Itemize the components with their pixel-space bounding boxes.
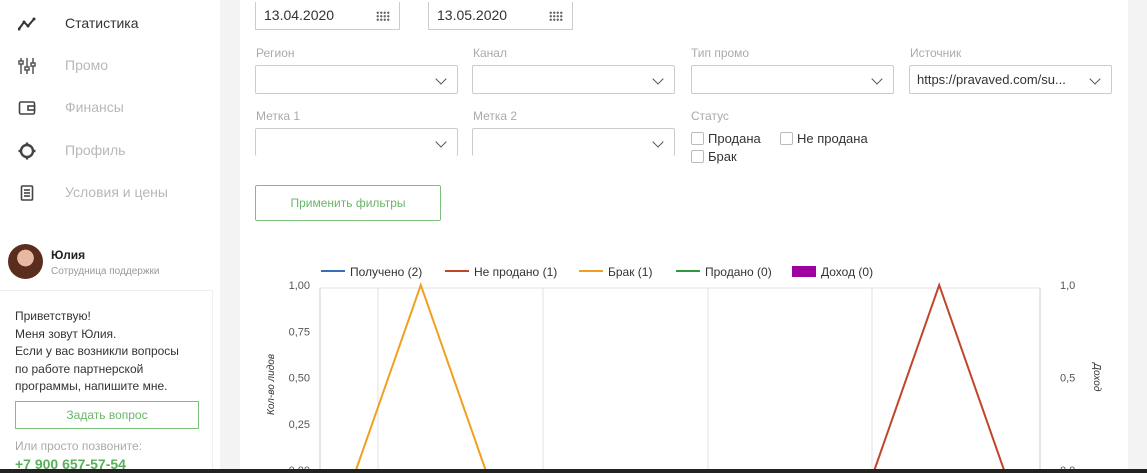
sidebar-item-promo[interactable]: Промо xyxy=(0,45,220,85)
sliders-icon xyxy=(18,57,36,75)
sidebar-item-label: Финансы xyxy=(65,99,124,115)
y-tick-label: 0,75 xyxy=(289,326,310,338)
promo-type-select[interactable] xyxy=(691,65,894,94)
y2-axis-title: Доход xyxy=(1091,362,1102,392)
legend-label: Брак (1) xyxy=(608,265,652,279)
chat-line: программы, напишите мне. xyxy=(15,379,168,393)
series-line xyxy=(355,281,487,471)
status-checkbox-sold[interactable]: Продана xyxy=(691,131,761,146)
legend-label: Продано (0) xyxy=(705,265,772,279)
gear-icon xyxy=(18,142,36,160)
legend-swatch xyxy=(792,266,816,277)
legend-label: Получено (2) xyxy=(350,265,422,279)
profile-role: Сотрудница поддержки xyxy=(51,266,160,277)
apply-filters-button[interactable]: Применить фильтры xyxy=(255,185,441,221)
chevron-down-icon xyxy=(652,73,664,85)
chat-line: Меня зовут Юлия. xyxy=(15,326,117,341)
sidebar-item-label: Профиль xyxy=(65,142,126,158)
promo-type-label: Тип промо xyxy=(691,46,750,60)
date-to-value: 13.05.2020 xyxy=(437,7,508,23)
sidebar-item-label: Статистика xyxy=(65,15,139,31)
chevron-down-icon xyxy=(652,136,664,148)
line-chart-icon xyxy=(18,15,36,33)
ask-question-button[interactable]: Задать вопрос xyxy=(15,401,199,429)
region-label: Регион xyxy=(256,46,295,60)
checkbox-label: Продана xyxy=(708,131,761,146)
date-from-value: 13.04.2020 xyxy=(264,7,335,23)
wallet-icon xyxy=(18,99,36,117)
avatar xyxy=(8,244,43,279)
sidebar-item-terms[interactable]: Условия и цены xyxy=(0,172,220,212)
y-tick-label: 0,50 xyxy=(289,373,310,385)
window-bottom-edge xyxy=(0,469,1147,473)
document-icon xyxy=(18,184,36,202)
status-label: Статус xyxy=(691,109,729,123)
sidebar-item-label: Условия и цены xyxy=(65,184,168,200)
region-select[interactable] xyxy=(255,65,458,94)
y-tick-label: 0,25 xyxy=(289,419,310,431)
checkbox[interactable] xyxy=(780,132,793,145)
call-text: Или просто позвоните: xyxy=(15,439,143,453)
series-line xyxy=(873,281,1005,471)
tag1-label: Метка 1 xyxy=(256,109,301,123)
chevron-down-icon xyxy=(871,73,883,85)
checkbox[interactable] xyxy=(691,132,704,145)
status-checkbox-not-sold[interactable]: Не продана xyxy=(780,131,868,146)
support-chat-card: Приветствую! Меня зовут Юлия. Если у вас… xyxy=(0,290,213,473)
tag2-label: Метка 2 xyxy=(473,109,518,123)
y-tick-label: 1,00 xyxy=(289,280,310,292)
chat-line: Приветствую! xyxy=(15,309,91,323)
chevron-down-icon xyxy=(1089,73,1101,85)
sidebar-item-label: Промо xyxy=(65,57,109,73)
sidebar-item-profile[interactable]: Профиль xyxy=(0,130,220,170)
tag1-select[interactable] xyxy=(255,128,458,156)
chat-line: по работе партнерской xyxy=(15,361,144,376)
checkbox[interactable] xyxy=(691,150,704,163)
calendar-icon[interactable] xyxy=(376,11,390,21)
sidebar-item-finance[interactable]: Финансы xyxy=(0,87,220,127)
chat-line: Если у вас возникли вопросы xyxy=(15,344,179,358)
y-axis-title: Кол-во лидов xyxy=(266,354,277,415)
source-select[interactable]: https://pravaved.com/su... xyxy=(909,65,1112,94)
chat-greeting: Приветствую! Меня зовут Юлия. Если у вас… xyxy=(15,308,205,396)
tag2-select[interactable] xyxy=(472,128,675,156)
status-checkbox-defect[interactable]: Брак xyxy=(691,149,737,164)
sidebar-item-statistics[interactable]: Статистика xyxy=(0,3,220,43)
y2-tick-label: 0,5 xyxy=(1060,373,1075,385)
checkbox-label: Не продана xyxy=(797,131,868,146)
leads-chart: 1,000,750,500,250,001,00,50,0Кол-во лидо… xyxy=(266,265,1102,473)
source-label: Источник xyxy=(910,46,962,60)
chevron-down-icon xyxy=(435,73,447,85)
date-to-input[interactable]: 13.05.2020 xyxy=(428,2,573,30)
y2-tick-label: 1,0 xyxy=(1060,280,1075,292)
channel-select[interactable] xyxy=(472,65,675,94)
chevron-down-icon xyxy=(435,136,447,148)
date-from-input[interactable]: 13.04.2020 xyxy=(255,2,400,30)
legend-label: Доход (0) xyxy=(821,265,873,279)
channel-label: Канал xyxy=(473,46,507,60)
legend-label: Не продано (1) xyxy=(474,265,557,279)
source-value: https://pravaved.com/su... xyxy=(917,72,1066,87)
sidebar: Статистика Промо Финансы Профиль Условия… xyxy=(0,0,220,473)
calendar-icon[interactable] xyxy=(549,11,563,21)
checkbox-label: Брак xyxy=(708,149,737,164)
profile-name: Юлия xyxy=(51,248,86,262)
